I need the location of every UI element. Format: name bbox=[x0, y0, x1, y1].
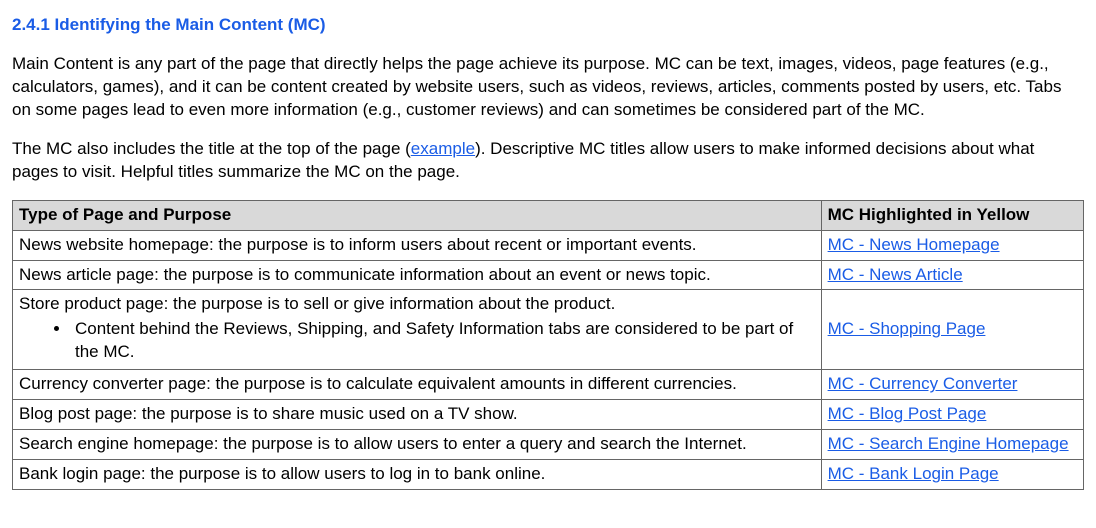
cell-type-purpose: Currency converter page: the purpose is … bbox=[13, 370, 822, 400]
table-row: Store product page: the purpose is to se… bbox=[13, 290, 1084, 370]
table-header-row: Type of Page and Purpose MC Highlighted … bbox=[13, 200, 1084, 230]
cell-mc-link: MC - News Article bbox=[821, 260, 1083, 290]
mc-link[interactable]: MC - Bank Login Page bbox=[828, 464, 999, 483]
cell-type-text: Currency converter page: the purpose is … bbox=[19, 374, 737, 393]
cell-type-purpose: News website homepage: the purpose is to… bbox=[13, 230, 822, 260]
table-row: News article page: the purpose is to com… bbox=[13, 260, 1084, 290]
table-row: News website homepage: the purpose is to… bbox=[13, 230, 1084, 260]
cell-type-purpose: Store product page: the purpose is to se… bbox=[13, 290, 822, 370]
cell-type-purpose: Search engine homepage: the purpose is t… bbox=[13, 430, 822, 460]
cell-mc-link: MC - Shopping Page bbox=[821, 290, 1083, 370]
table-row: Search engine homepage: the purpose is t… bbox=[13, 430, 1084, 460]
cell-type-purpose: News article page: the purpose is to com… bbox=[13, 260, 822, 290]
cell-sub-bullet-list: Content behind the Reviews, Shipping, an… bbox=[19, 318, 815, 364]
cell-mc-link: MC - News Homepage bbox=[821, 230, 1083, 260]
table-row: Currency converter page: the purpose is … bbox=[13, 370, 1084, 400]
col-header-mc: MC Highlighted in Yellow bbox=[821, 200, 1083, 230]
mc-link[interactable]: MC - News Article bbox=[828, 265, 963, 284]
cell-type-purpose: Blog post page: the purpose is to share … bbox=[13, 400, 822, 430]
intro-paragraph-2: The MC also includes the title at the to… bbox=[12, 138, 1084, 184]
cell-type-text: Bank login page: the purpose is to allow… bbox=[19, 464, 545, 483]
mc-link[interactable]: MC - News Homepage bbox=[828, 235, 1000, 254]
para2-before: The MC also includes the title at the to… bbox=[12, 139, 411, 158]
cell-mc-link: MC - Search Engine Homepage bbox=[821, 430, 1083, 460]
mc-link[interactable]: MC - Shopping Page bbox=[828, 319, 986, 338]
mc-link[interactable]: MC - Blog Post Page bbox=[828, 404, 987, 423]
intro-paragraph-1: Main Content is any part of the page tha… bbox=[12, 53, 1084, 122]
cell-mc-link: MC - Currency Converter bbox=[821, 370, 1083, 400]
cell-mc-link: MC - Bank Login Page bbox=[821, 460, 1083, 490]
cell-type-text: Search engine homepage: the purpose is t… bbox=[19, 434, 747, 453]
cell-type-text: News website homepage: the purpose is to… bbox=[19, 235, 697, 254]
mc-link[interactable]: MC - Currency Converter bbox=[828, 374, 1018, 393]
cell-type-purpose: Bank login page: the purpose is to allow… bbox=[13, 460, 822, 490]
cell-mc-link: MC - Blog Post Page bbox=[821, 400, 1083, 430]
example-link[interactable]: example bbox=[411, 139, 475, 158]
table-row: Bank login page: the purpose is to allow… bbox=[13, 460, 1084, 490]
cell-type-text: Blog post page: the purpose is to share … bbox=[19, 404, 518, 423]
cell-sub-bullet: Content behind the Reviews, Shipping, an… bbox=[71, 318, 815, 364]
mc-link[interactable]: MC - Search Engine Homepage bbox=[828, 434, 1069, 453]
cell-type-text: Store product page: the purpose is to se… bbox=[19, 294, 615, 313]
cell-type-text: News article page: the purpose is to com… bbox=[19, 265, 711, 284]
col-header-type: Type of Page and Purpose bbox=[13, 200, 822, 230]
section-heading: 2.4.1 Identifying the Main Content (MC) bbox=[12, 14, 1084, 37]
table-row: Blog post page: the purpose is to share … bbox=[13, 400, 1084, 430]
mc-examples-table: Type of Page and Purpose MC Highlighted … bbox=[12, 200, 1084, 490]
